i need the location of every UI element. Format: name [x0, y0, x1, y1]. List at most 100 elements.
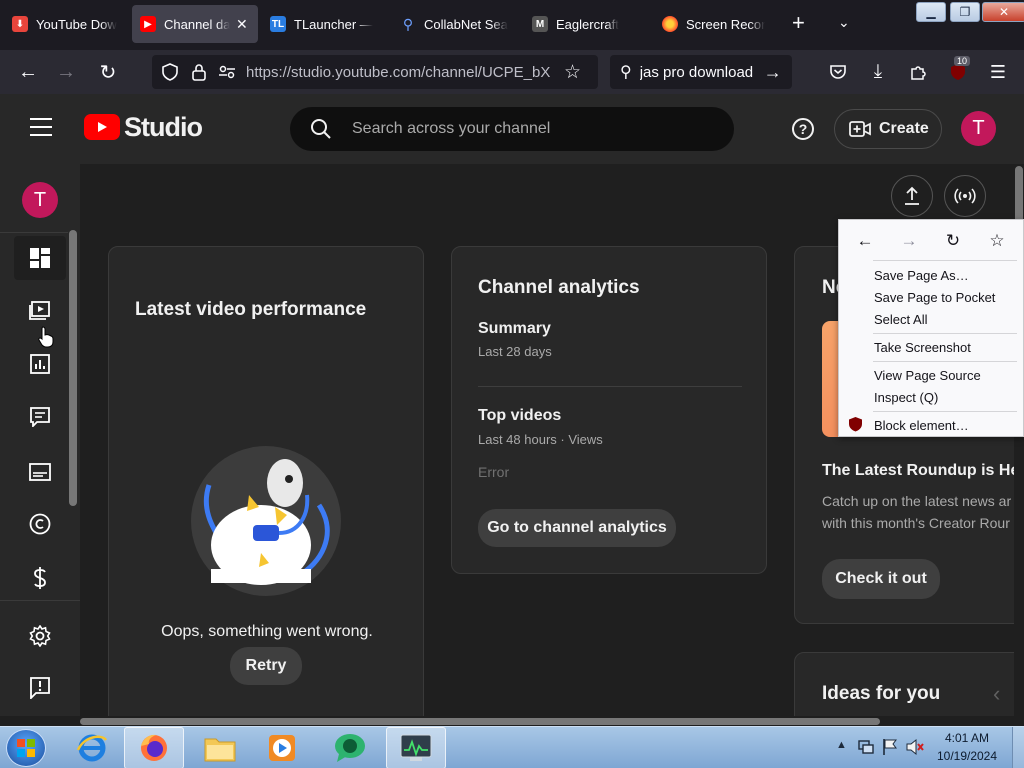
tab-channel-dashboard[interactable]: ▶ Channel da ✕: [132, 5, 258, 43]
copyright-icon: [29, 513, 51, 535]
page-horizontal-scrollbar[interactable]: [80, 716, 1014, 726]
search-go-arrow-icon[interactable]: →: [764, 62, 782, 83]
ublock-icon[interactable]: 10: [946, 50, 971, 94]
studio-search-bar[interactable]: Search across your channel: [290, 107, 734, 151]
ctx-reload-icon[interactable]: ↻: [939, 228, 967, 254]
tab-title: YouTube Dow: [36, 16, 117, 32]
tab-screen-recorder[interactable]: Screen Recor: [654, 5, 778, 43]
top-videos-period: Last 48 hours · Views: [478, 432, 603, 447]
analytics-icon: [30, 354, 50, 374]
youtube-logo-icon[interactable]: [84, 114, 120, 140]
web-search-bar[interactable]: ⚲ jas pro download →: [610, 55, 792, 89]
comments-icon: [30, 407, 50, 427]
ctx-item-select-all[interactable]: Select All: [874, 312, 927, 327]
sidebar-divider: [0, 600, 80, 601]
summary-label: Summary: [478, 320, 551, 337]
channel-avatar[interactable]: T: [22, 182, 58, 218]
go-live-button[interactable]: [944, 175, 986, 217]
show-hidden-icons-icon[interactable]: ▲: [836, 739, 847, 751]
feedback-icon: [30, 677, 50, 699]
ideas-prev-chevron-icon[interactable]: ‹: [993, 681, 1000, 707]
help-icon[interactable]: ?: [792, 118, 814, 140]
go-to-analytics-button[interactable]: Go to channel analytics: [478, 509, 676, 547]
ctx-separator: [873, 333, 1017, 334]
search-icon: ⚲: [620, 64, 632, 81]
shield-icon[interactable]: [162, 63, 178, 81]
tab-eaglercraft[interactable]: M Eaglercraft: [524, 5, 648, 43]
bookmark-star-icon[interactable]: ☆: [564, 61, 581, 84]
search-placeholder: Search across your channel: [352, 120, 551, 137]
forward-icon[interactable]: →: [52, 50, 80, 94]
latest-video-title: Latest video performance: [135, 299, 367, 320]
media-player-icon[interactable]: [252, 727, 312, 768]
sidebar-item-settings[interactable]: [14, 614, 66, 658]
create-button[interactable]: Create: [834, 109, 942, 149]
action-center-flag-icon[interactable]: [882, 738, 898, 756]
ctx-item-view-page-source[interactable]: View Page Source: [874, 368, 981, 383]
ctx-item-inspect[interactable]: Inspect (Q): [874, 390, 938, 405]
file-explorer-icon[interactable]: [190, 727, 250, 768]
studio-logo-text[interactable]: Studio: [124, 112, 203, 143]
sidebar-item-copyright[interactable]: [14, 502, 66, 546]
show-desktop-button[interactable]: [1012, 727, 1024, 768]
restore-window-icon[interactable]: ❐: [950, 2, 980, 22]
studio-menu-icon[interactable]: [30, 118, 52, 136]
horizontal-scroll-thumb[interactable]: [80, 718, 880, 725]
close-window-icon[interactable]: ✕: [982, 2, 1024, 22]
close-tab-icon[interactable]: ✕: [236, 16, 248, 33]
tab-title: Channel da: [164, 16, 230, 32]
firefox-icon: [662, 16, 678, 32]
clock-time[interactable]: 4:01 AM: [936, 731, 998, 745]
ctx-separator: [873, 260, 1017, 261]
news-headline: The Latest Roundup is He: [822, 462, 1014, 479]
new-tab-icon[interactable]: +: [792, 12, 814, 36]
sidebar-item-dashboard[interactable]: [14, 236, 66, 280]
reload-icon[interactable]: ↻: [94, 50, 122, 94]
volume-muted-icon[interactable]: [906, 738, 924, 756]
ctx-item-save-to-pocket[interactable]: Save Page to Pocket: [874, 290, 995, 305]
url-bar[interactable]: https://studio.youtube.com/channel/UCPE_…: [152, 55, 598, 89]
sidebar-divider: [0, 232, 68, 233]
ctx-bookmark-star-icon[interactable]: ☆: [983, 228, 1011, 254]
list-tabs-chevron-icon[interactable]: ⌄: [838, 14, 858, 34]
tab-collabnet[interactable]: ⚲ CollabNet Sea: [392, 5, 516, 43]
task-manager-icon[interactable]: [386, 727, 446, 768]
start-button-icon[interactable]: [6, 729, 46, 767]
tab-youtube-downloader[interactable]: ⬇ YouTube Dow: [4, 5, 128, 43]
sidebar-item-earn[interactable]: [14, 556, 66, 600]
firefox-taskbar-icon[interactable]: [124, 727, 184, 768]
downloads-icon[interactable]: ⤓: [866, 50, 890, 94]
ctx-forward-icon[interactable]: →: [895, 228, 923, 254]
pocket-icon[interactable]: [826, 50, 850, 94]
ctx-item-save-page-as[interactable]: Save Page As…: [874, 268, 969, 283]
ctx-item-take-screenshot[interactable]: Take Screenshot: [874, 340, 971, 355]
sidebar-item-subtitles[interactable]: [14, 450, 66, 494]
clock-date[interactable]: 10/19/2024: [932, 749, 1002, 763]
news-body-line2: with this month's Creator Rour: [822, 515, 1010, 531]
permissions-icon[interactable]: [218, 64, 236, 80]
tab-title: CollabNet Sea: [424, 16, 508, 32]
ctx-item-block-element[interactable]: Block element…: [874, 418, 969, 433]
sidebar-item-comments[interactable]: [14, 395, 66, 439]
search-icon: [311, 119, 331, 139]
extensions-icon[interactable]: [906, 50, 930, 94]
lock-icon[interactable]: [192, 63, 206, 81]
menu-hamburger-icon[interactable]: ☰: [986, 50, 1010, 94]
upload-videos-button[interactable]: [891, 175, 933, 217]
back-icon[interactable]: ←: [14, 50, 42, 94]
chat-app-icon[interactable]: [320, 727, 380, 768]
sidebar-item-analytics[interactable]: [14, 342, 66, 386]
ctx-back-icon[interactable]: ←: [851, 228, 879, 254]
internet-explorer-icon[interactable]: [62, 727, 122, 768]
ideas-card: Ideas for you ‹: [794, 652, 1014, 716]
minimize-window-icon[interactable]: ▁: [916, 2, 946, 22]
account-avatar[interactable]: T: [961, 111, 996, 146]
retry-button[interactable]: Retry: [230, 647, 302, 685]
sidebar-scrollbar[interactable]: [69, 230, 77, 506]
tab-tlauncher[interactable]: TL TLauncher —: [262, 5, 386, 43]
network-icon[interactable]: [858, 739, 874, 755]
check-it-out-button[interactable]: Check it out: [822, 559, 940, 599]
magnifier-icon: ⚲: [402, 15, 414, 32]
sidebar-item-feedback[interactable]: [14, 666, 66, 710]
live-broadcast-icon: [954, 188, 976, 204]
